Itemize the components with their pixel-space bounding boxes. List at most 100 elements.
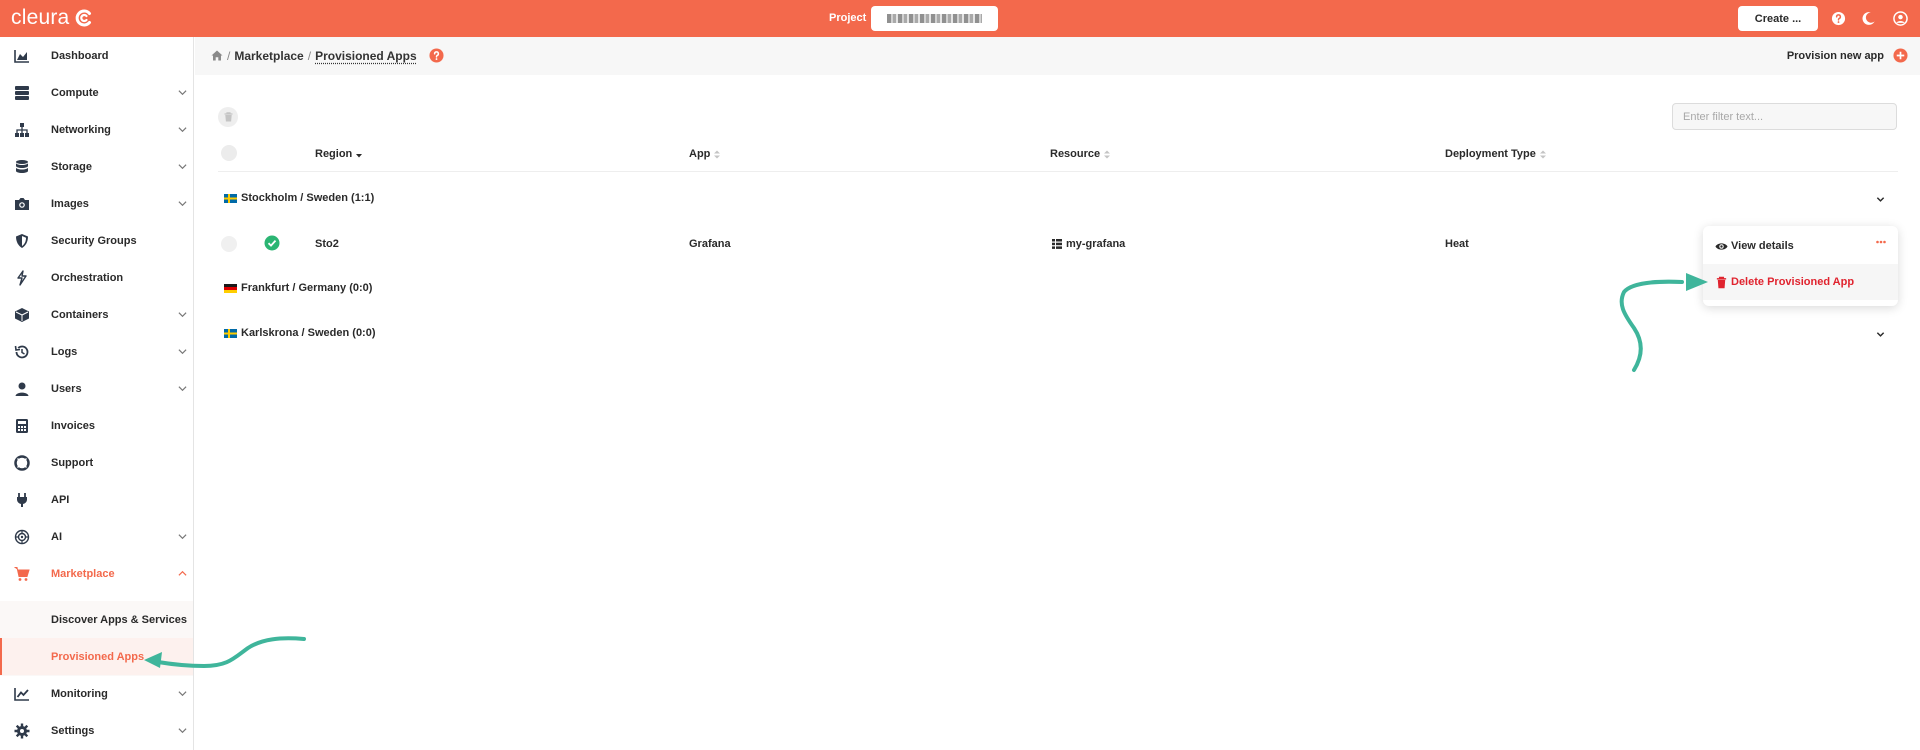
breadcrumb-marketplace[interactable]: Marketplace — [234, 49, 303, 63]
breadcrumb: / Marketplace / Provisioned Apps — [211, 48, 444, 63]
trash-icon — [224, 112, 232, 122]
more-options-icon[interactable] — [1876, 240, 1886, 244]
region-group-karlskrona[interactable]: Karlskrona / Sweden (0:0) — [224, 327, 376, 339]
column-header-deployment-type[interactable]: Deployment Type — [1445, 148, 1546, 160]
top-bar: cleura Project Create ... — [0, 0, 1920, 37]
table-header-divider — [218, 171, 1898, 172]
home-icon[interactable] — [211, 50, 223, 61]
row-checkbox[interactable] — [221, 236, 237, 252]
breadcrumb-separator: / — [227, 48, 231, 63]
row-actions-menu: View details Delete Provisioned App — [1703, 226, 1898, 306]
chevron-down-icon — [178, 164, 187, 170]
sidebar-item-ai[interactable]: AI — [0, 518, 193, 555]
select-all-checkbox[interactable] — [221, 145, 237, 161]
column-header-region[interactable]: Region — [315, 148, 363, 160]
create-button[interactable]: Create ... — [1738, 6, 1818, 31]
chevron-down-icon — [178, 386, 187, 392]
sort-icon — [714, 150, 721, 158]
sort-icon — [1104, 150, 1111, 158]
chevron-down-icon — [178, 349, 187, 355]
history-icon — [14, 345, 29, 358]
server-icon — [15, 85, 29, 100]
region-group-stockholm[interactable]: Stockholm / Sweden (1:1) — [224, 192, 374, 204]
user-account-icon[interactable] — [1893, 11, 1908, 26]
chevron-down-icon — [178, 534, 187, 540]
sidebar-item-compute[interactable]: Compute — [0, 74, 193, 111]
grid-list-icon — [1052, 239, 1062, 249]
sidebar-item-images[interactable]: Images — [0, 185, 193, 222]
annotation-arrow-provisioned-apps — [144, 636, 306, 669]
cell-region: Sto2 — [315, 238, 339, 250]
project-selector[interactable] — [871, 6, 998, 31]
chevron-down-icon — [178, 691, 187, 697]
logo-text: cleura — [11, 6, 70, 29]
orchestration-icon — [17, 269, 27, 286]
annotation-arrow-delete-app — [1619, 273, 1708, 372]
lifebuoy-icon — [14, 454, 30, 471]
sidebar-item-monitoring[interactable]: Monitoring — [0, 675, 193, 712]
chevron-down-icon[interactable] — [1876, 330, 1885, 339]
plug-icon — [17, 492, 27, 507]
germany-flag-icon — [224, 283, 237, 293]
sort-desc-icon — [356, 153, 363, 157]
help-icon[interactable] — [1831, 11, 1846, 26]
chevron-down-icon — [178, 728, 187, 734]
project-label: Project — [829, 12, 867, 24]
sidebar-item-marketplace[interactable]: Marketplace — [0, 555, 193, 592]
sweden-flag-icon — [224, 328, 237, 338]
sidebar-item-networking[interactable]: Networking — [0, 111, 193, 148]
chevron-down-icon — [178, 90, 187, 96]
sweden-flag-icon — [224, 193, 237, 203]
moon-icon[interactable] — [1861, 11, 1876, 26]
sidebar-item-orchestration[interactable]: Orchestration — [0, 259, 193, 296]
bulk-delete-button[interactable] — [218, 107, 238, 127]
cell-app: Grafana — [689, 238, 731, 250]
cleura-logo[interactable]: cleura — [11, 6, 93, 30]
chart-line-icon — [14, 687, 29, 701]
calculator-icon — [16, 418, 28, 433]
ai-icon — [14, 529, 30, 544]
help-icon[interactable] — [429, 48, 444, 63]
cell-resource[interactable]: my-grafana — [1066, 238, 1125, 250]
sidebar-item-storage[interactable]: Storage — [0, 148, 193, 185]
sidebar-item-security-groups[interactable]: Security Groups — [0, 222, 193, 259]
shield-icon — [16, 233, 28, 248]
breadcrumb-current: Provisioned Apps — [315, 48, 417, 63]
sidebar-item-containers[interactable]: Containers — [0, 296, 193, 333]
user-icon — [15, 382, 29, 396]
chevron-down-icon — [178, 201, 187, 207]
region-group-frankfurt[interactable]: Frankfurt / Germany (0:0) — [224, 282, 372, 294]
view-details-menu-item[interactable]: View details — [1703, 228, 1898, 264]
breadcrumb-separator: / — [307, 48, 312, 63]
provision-new-app-link[interactable]: Provision new app — [1787, 50, 1884, 62]
chevron-up-icon — [178, 570, 187, 576]
sidebar-item-users[interactable]: Users — [0, 370, 193, 407]
cart-icon — [14, 566, 30, 581]
sort-icon — [1539, 150, 1546, 158]
camera-icon — [15, 197, 29, 210]
page-header: / Marketplace / Provisioned Apps Provisi… — [195, 37, 1920, 75]
trash-icon — [1716, 276, 1727, 288]
eye-icon — [1715, 242, 1728, 250]
column-header-app[interactable]: App — [689, 148, 721, 160]
sidebar-item-settings[interactable]: Settings — [0, 712, 193, 749]
sidebar-item-api[interactable]: API — [0, 481, 193, 518]
database-icon — [16, 159, 28, 173]
column-header-resource[interactable]: Resource — [1050, 148, 1111, 160]
filter-input[interactable] — [1672, 103, 1897, 130]
chevron-down-icon[interactable] — [1876, 195, 1885, 204]
gear-icon — [14, 723, 30, 738]
cell-deployment-type: Heat — [1445, 238, 1469, 250]
plus-circle-icon[interactable] — [1893, 48, 1908, 63]
project-name-redacted — [887, 14, 982, 23]
sidebar-item-support[interactable]: Support — [0, 444, 193, 481]
delete-provisioned-app-menu-item[interactable]: Delete Provisioned App — [1703, 264, 1898, 300]
sidebar-item-invoices[interactable]: Invoices — [0, 407, 193, 444]
chevron-down-icon — [178, 312, 187, 318]
sidebar-item-logs[interactable]: Logs — [0, 333, 193, 370]
check-circle-icon — [264, 235, 280, 251]
sidebar-item-dashboard[interactable]: Dashboard — [0, 37, 193, 74]
cube-icon — [15, 307, 29, 322]
network-icon — [15, 122, 29, 137]
table-row[interactable]: Sto2 Grafana my-grafana Heat — [218, 229, 1898, 259]
